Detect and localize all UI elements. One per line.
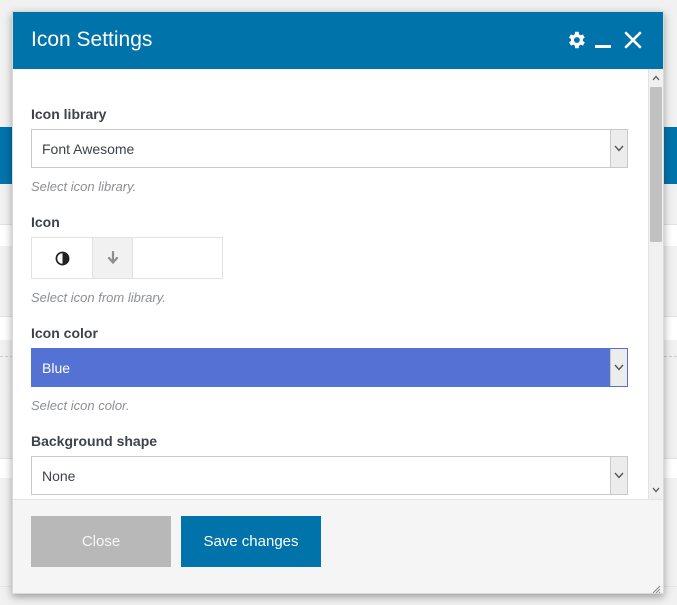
close-button[interactable]: Close — [31, 516, 171, 567]
save-changes-button[interactable]: Save changes — [181, 516, 321, 567]
modal-title: Icon Settings — [31, 28, 153, 51]
minimize-icon[interactable] — [590, 27, 616, 53]
background-shape-value: None — [42, 468, 76, 484]
scroll-thumb[interactable] — [650, 87, 662, 242]
close-icon[interactable] — [620, 27, 646, 53]
icon-library-helper: Select icon library. — [31, 179, 137, 194]
icon-library-label: Icon library — [31, 106, 107, 122]
icon-helper: Select icon from library. — [31, 290, 166, 305]
modal-footer: Close Save changes — [13, 499, 663, 594]
icon-label: Icon — [31, 214, 60, 230]
chevron-down-icon — [610, 130, 627, 167]
chevron-down-icon — [610, 457, 627, 494]
modal-scrollbar[interactable] — [648, 69, 663, 499]
icon-settings-modal: Icon Settings Icon library Font Awesome … — [12, 11, 664, 594]
scroll-down-icon[interactable] — [649, 483, 663, 497]
gear-icon[interactable] — [563, 27, 589, 53]
arrow-down-icon[interactable] — [93, 238, 133, 278]
icon-picker[interactable] — [31, 237, 223, 279]
icon-library-value: Font Awesome — [42, 141, 135, 157]
background-shape-select[interactable]: None — [31, 456, 628, 495]
icon-library-select[interactable]: Font Awesome — [31, 129, 628, 168]
adjust-icon — [32, 238, 93, 278]
icon-color-value: Blue — [42, 360, 71, 376]
scroll-up-icon[interactable] — [649, 71, 663, 85]
icon-color-select[interactable]: Blue — [31, 348, 628, 387]
modal-body: Icon library Font Awesome Select icon li… — [13, 69, 648, 499]
icon-color-label: Icon color — [31, 325, 98, 341]
chevron-down-icon — [610, 349, 627, 386]
resize-grip-icon[interactable] — [651, 581, 661, 594]
modal-header: Icon Settings — [13, 12, 663, 69]
background-shape-label: Background shape — [31, 433, 158, 449]
icon-color-helper: Select icon color. — [31, 398, 130, 413]
